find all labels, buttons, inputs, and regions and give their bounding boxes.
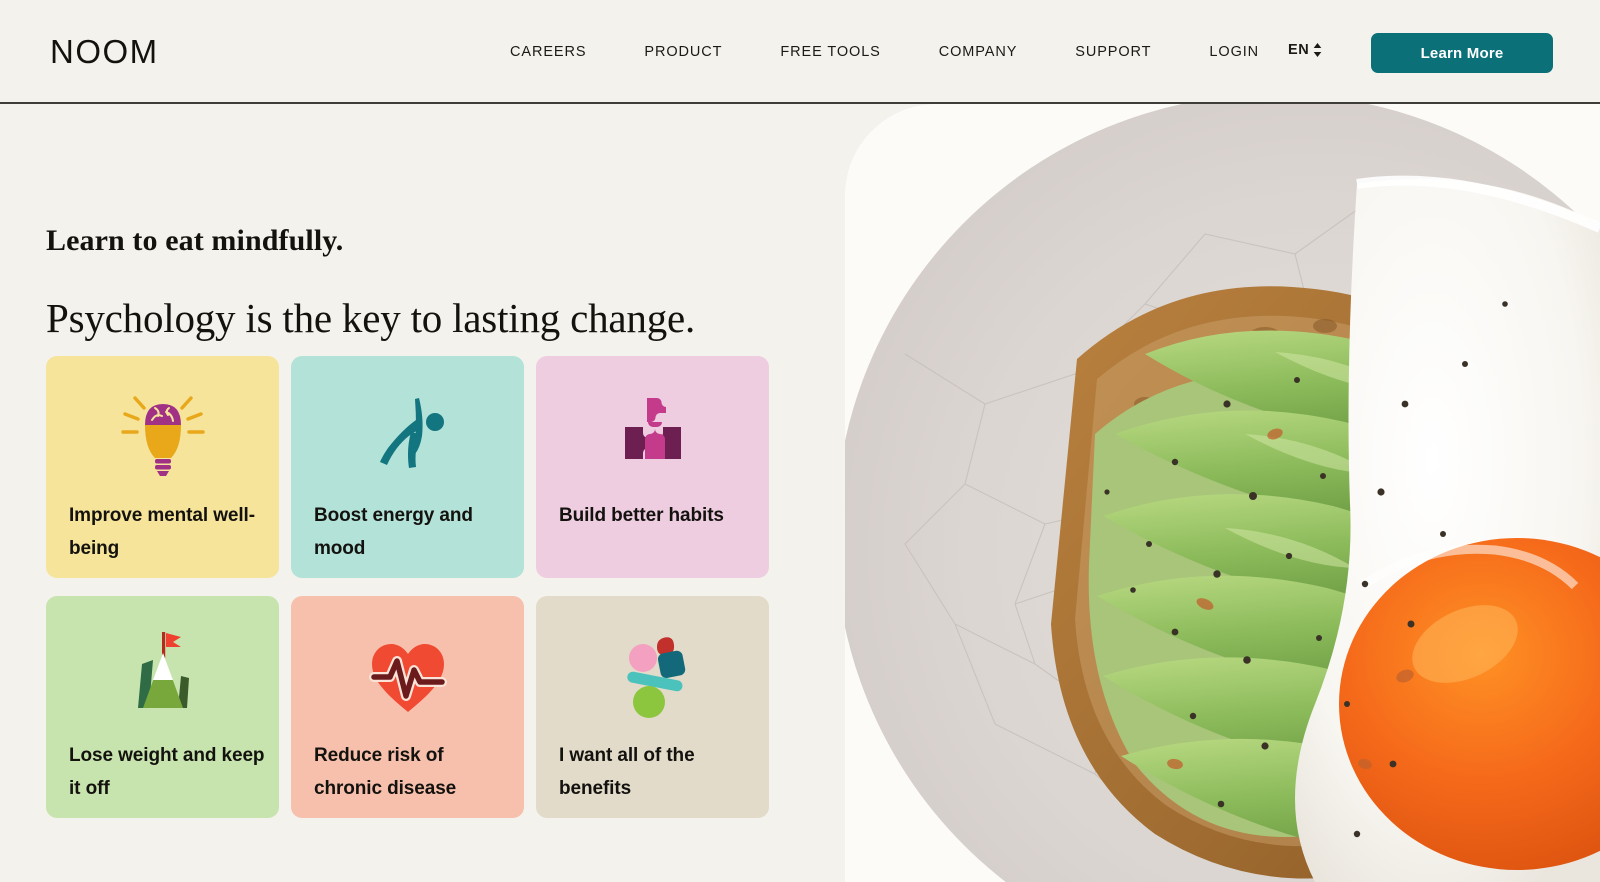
benefit-card-lose-weight[interactable]: Lose weight and keep it off [46, 596, 279, 818]
nav-item-support[interactable]: SUPPORT [1075, 36, 1151, 68]
benefit-card-label: Build better habits [559, 505, 724, 526]
nav-item-careers[interactable]: CAREERS [510, 36, 586, 68]
benefit-card-improve-mental-wellbeing[interactable]: Improve mental well-being [46, 356, 279, 578]
nav-item-login[interactable]: LOGIN [1209, 36, 1259, 68]
language-label: EN [1288, 42, 1310, 58]
benefit-card-label: Improve mental well-being [69, 505, 255, 560]
benefit-card-label: Reduce risk of chronic disease [314, 745, 457, 800]
noom-logo[interactable]: NOOM [50, 35, 159, 68]
language-selector[interactable]: EN [1288, 42, 1322, 58]
mountain-flag-icon [46, 612, 279, 732]
main-navigation: CAREERS PRODUCT FREE TOOLS COMPANY SUPPO… [510, 0, 1317, 104]
stretching-person-icon [291, 372, 524, 492]
nav-item-product[interactable]: PRODUCT [644, 36, 722, 68]
hero-content-column: Learn to eat mindfully. Psychology is th… [0, 104, 845, 882]
benefit-card-label: I want all of the benefits [559, 745, 695, 800]
heart-pulse-icon [291, 612, 524, 732]
nav-item-free-tools[interactable]: FREE TOOLS [780, 36, 880, 68]
benefit-card-boost-energy-mood[interactable]: Boost energy and mood [291, 356, 524, 578]
nav-item-company[interactable]: COMPANY [939, 36, 1018, 68]
benefit-card-reduce-risk[interactable]: Reduce risk of chronic disease [291, 596, 524, 818]
balance-shapes-icon [536, 612, 769, 732]
site-header: NOOM CAREERS PRODUCT FREE TOOLS COMPANY … [0, 0, 1600, 104]
benefit-card-label: Boost energy and mood [314, 505, 473, 560]
benefit-card-grid: Improve mental well-being Boost energy a… [46, 356, 786, 818]
hero-section: Learn to eat mindfully. Psychology is th… [0, 104, 1600, 882]
learn-more-button[interactable]: Learn More [1371, 33, 1553, 73]
hero-food-image [845, 104, 1600, 882]
lightbulb-brain-icon [46, 372, 279, 492]
benefit-card-build-better-habits[interactable]: Build better habits [536, 356, 769, 578]
benefit-card-label: Lose weight and keep it off [69, 745, 265, 800]
hero-eyebrow: Learn to eat mindfully. [46, 224, 344, 257]
puzzle-pieces-icon [536, 372, 769, 492]
chevron-updown-icon [1313, 43, 1322, 57]
hero-headline: Psychology is the key to lasting change. [46, 295, 696, 341]
benefit-card-all-benefits[interactable]: I want all of the benefits [536, 596, 769, 818]
